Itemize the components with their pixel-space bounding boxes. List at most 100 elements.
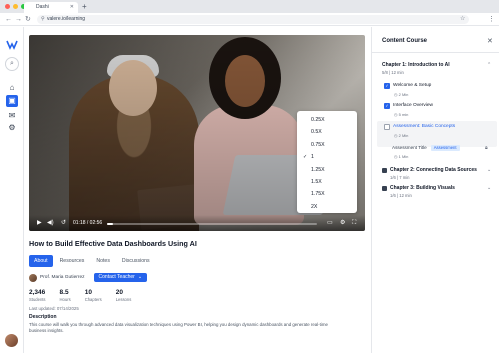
stat-lessons: 20 Lessons	[116, 289, 132, 302]
chapter-3-icon	[382, 186, 387, 191]
tab-discussions[interactable]: Discussions	[117, 255, 155, 267]
search-icon[interactable]: ⌕	[5, 57, 19, 71]
panel-title: Content Course	[382, 38, 427, 44]
tab-notes[interactable]: Notes	[91, 255, 115, 267]
video-controls: ▶ ◀) ↺ 01:18 / 02:56 ▭ ⚙ ⛶	[29, 215, 365, 231]
speed-option-label: 1.25X	[311, 166, 325, 173]
settings-gear-icon[interactable]: ⚙	[340, 220, 345, 227]
bookmark-star-icon[interactable]: ☆	[460, 15, 465, 22]
stat-label: Hours	[59, 297, 71, 302]
stat-label: Students	[29, 297, 46, 302]
lesson-duration-text: 5 min	[398, 112, 409, 117]
speed-option[interactable]: 1.75X	[297, 188, 357, 200]
lesson-duration-text: 2 Min	[398, 133, 409, 138]
speed-option[interactable]: 0.75X	[297, 139, 357, 151]
speed-option[interactable]: 0.25X	[297, 114, 357, 126]
speed-option[interactable]: 1.25X	[297, 164, 357, 176]
stat-value: 10	[84, 289, 92, 296]
reload-icon[interactable]: ↻	[25, 15, 31, 24]
last-updated: Last updated: 07/14/2025	[29, 306, 79, 311]
captions-icon[interactable]: ▭	[327, 220, 333, 227]
chapter-3-meta: 1/6 | 12 min	[390, 193, 412, 198]
stat-label: Chapters	[84, 297, 102, 302]
speed-option[interactable]: 0.5X	[297, 126, 357, 138]
course-title: How to Build Effective Data Dashboards U…	[29, 239, 197, 248]
chevron-down-icon[interactable]: ⌄	[487, 167, 491, 173]
lock-icon: ⚲	[41, 16, 45, 22]
close-window-button[interactable]	[5, 4, 10, 9]
speed-option-label: 0.25X	[311, 117, 325, 123]
assessment-duration: ◷ 1 Min	[394, 154, 409, 159]
lesson-title: Interface Overview	[393, 103, 433, 108]
speed-option-label: 0.5X	[311, 129, 322, 136]
check-icon: ✓	[303, 154, 308, 161]
back-icon[interactable]: ←	[5, 15, 12, 24]
checkbox-checked[interactable]: ✓	[384, 83, 390, 89]
chevron-up-icon[interactable]: ⌃	[487, 62, 491, 68]
close-icon[interactable]: ✕	[487, 37, 493, 45]
speed-option-label: 2X	[311, 203, 318, 210]
new-tab-button[interactable]: +	[82, 1, 87, 12]
forward-icon[interactable]: →	[15, 15, 22, 24]
contact-teacher-button[interactable]: Contact Teacher ⌄	[93, 273, 148, 282]
lesson-title: Assessment: Basic Concepts	[393, 124, 456, 129]
speed-option-label: 0.75X	[311, 141, 325, 148]
video-time: 01:18 / 02:56	[73, 220, 103, 226]
window-controls	[5, 4, 26, 9]
stat-value: 20	[115, 289, 123, 296]
browser-tab[interactable]: Dashi ✕	[24, 2, 78, 13]
stat-label: Lessons	[115, 297, 132, 302]
playback-speed-menu: 0.25X 0.5X 0.75X ✓ 1 1.25X 1.5X 1.75X 2X	[297, 111, 357, 213]
checkbox-checked[interactable]: ✓	[384, 103, 390, 109]
course-content-panel: Content Course ✕ Chapter 1: Introduction…	[371, 27, 499, 353]
assessment-duration-text: 1 Min	[398, 154, 409, 159]
assessment-sub-item[interactable]: Assessment Title Assessment	[392, 145, 460, 151]
stat-value: 8.5	[59, 289, 69, 296]
user-avatar[interactable]	[5, 334, 18, 347]
tab-resources[interactable]: Resources	[55, 255, 90, 267]
instructor-name: Prof. Maria Gutierrez	[40, 275, 85, 280]
speed-option-label: 1.75X	[311, 191, 325, 198]
lesson-duration: ◷ 2 Min	[394, 92, 409, 97]
volume-icon[interactable]: ◀)	[47, 220, 54, 227]
stat-students: 2,346 Students	[29, 289, 46, 302]
description-title: Description	[29, 314, 57, 320]
speed-option-label: 1	[311, 154, 314, 161]
minimize-window-button[interactable]	[13, 4, 18, 9]
play-icon[interactable]: ▶	[37, 220, 42, 227]
contact-teacher-label: Contact Teacher	[98, 274, 135, 280]
speed-option[interactable]: 2X	[297, 201, 357, 213]
video-progress-bar[interactable]	[107, 223, 317, 225]
checkbox-unchecked[interactable]	[384, 124, 390, 130]
close-tab-icon[interactable]: ✕	[70, 2, 74, 13]
address-bar[interactable]: ⚲ valere.io/learning	[37, 15, 469, 24]
url-text: valere.io/learning	[47, 16, 86, 22]
chat-icon[interactable]: ✉	[7, 111, 17, 121]
speed-option-selected[interactable]: ✓ 1	[297, 151, 357, 163]
fullscreen-icon[interactable]: ⛶	[352, 220, 356, 227]
chapter-1-title[interactable]: Chapter 1: Introduction to AI	[382, 62, 450, 68]
instructor-avatar	[29, 273, 37, 282]
browser-navbar: ← → ↻ ⚲ valere.io/learning ☆ ⋮	[0, 13, 499, 26]
course-tabs: About Resources Notes Discussions	[29, 255, 155, 267]
speed-option[interactable]: 1.5X	[297, 176, 357, 188]
chevron-down-icon[interactable]: ⌄	[487, 185, 491, 191]
left-rail: ⌕ ⌂ ▣ ✉ ⚙	[0, 27, 24, 353]
lesson-title: Welcome & Setup	[393, 83, 432, 88]
lock-icon: 🔒︎	[485, 145, 488, 151]
chapter-3-title[interactable]: Chapter 3: Building Visuals	[390, 185, 455, 191]
stat-value: 2,346	[29, 289, 46, 296]
valere-logo[interactable]	[6, 39, 18, 51]
lesson-duration: ◷ 5 min	[394, 112, 409, 117]
learning-icon[interactable]: ▣	[6, 95, 18, 107]
chapter-1-meta: 5/8 | 12 min	[382, 70, 404, 75]
assessment-badge: Assessment	[430, 145, 460, 151]
speed-option-label: 1.5X	[311, 178, 322, 185]
tab-about[interactable]: About	[29, 255, 53, 267]
rewind-icon[interactable]: ↺	[61, 220, 66, 227]
home-icon[interactable]: ⌂	[7, 83, 17, 93]
settings-icon[interactable]: ⚙	[7, 123, 17, 133]
chapter-2-title[interactable]: Chapter 2: Connecting Data Sources	[390, 167, 477, 173]
browser-menu-icon[interactable]: ⋮	[488, 15, 495, 23]
chevron-down-icon: ⌄	[137, 274, 143, 280]
